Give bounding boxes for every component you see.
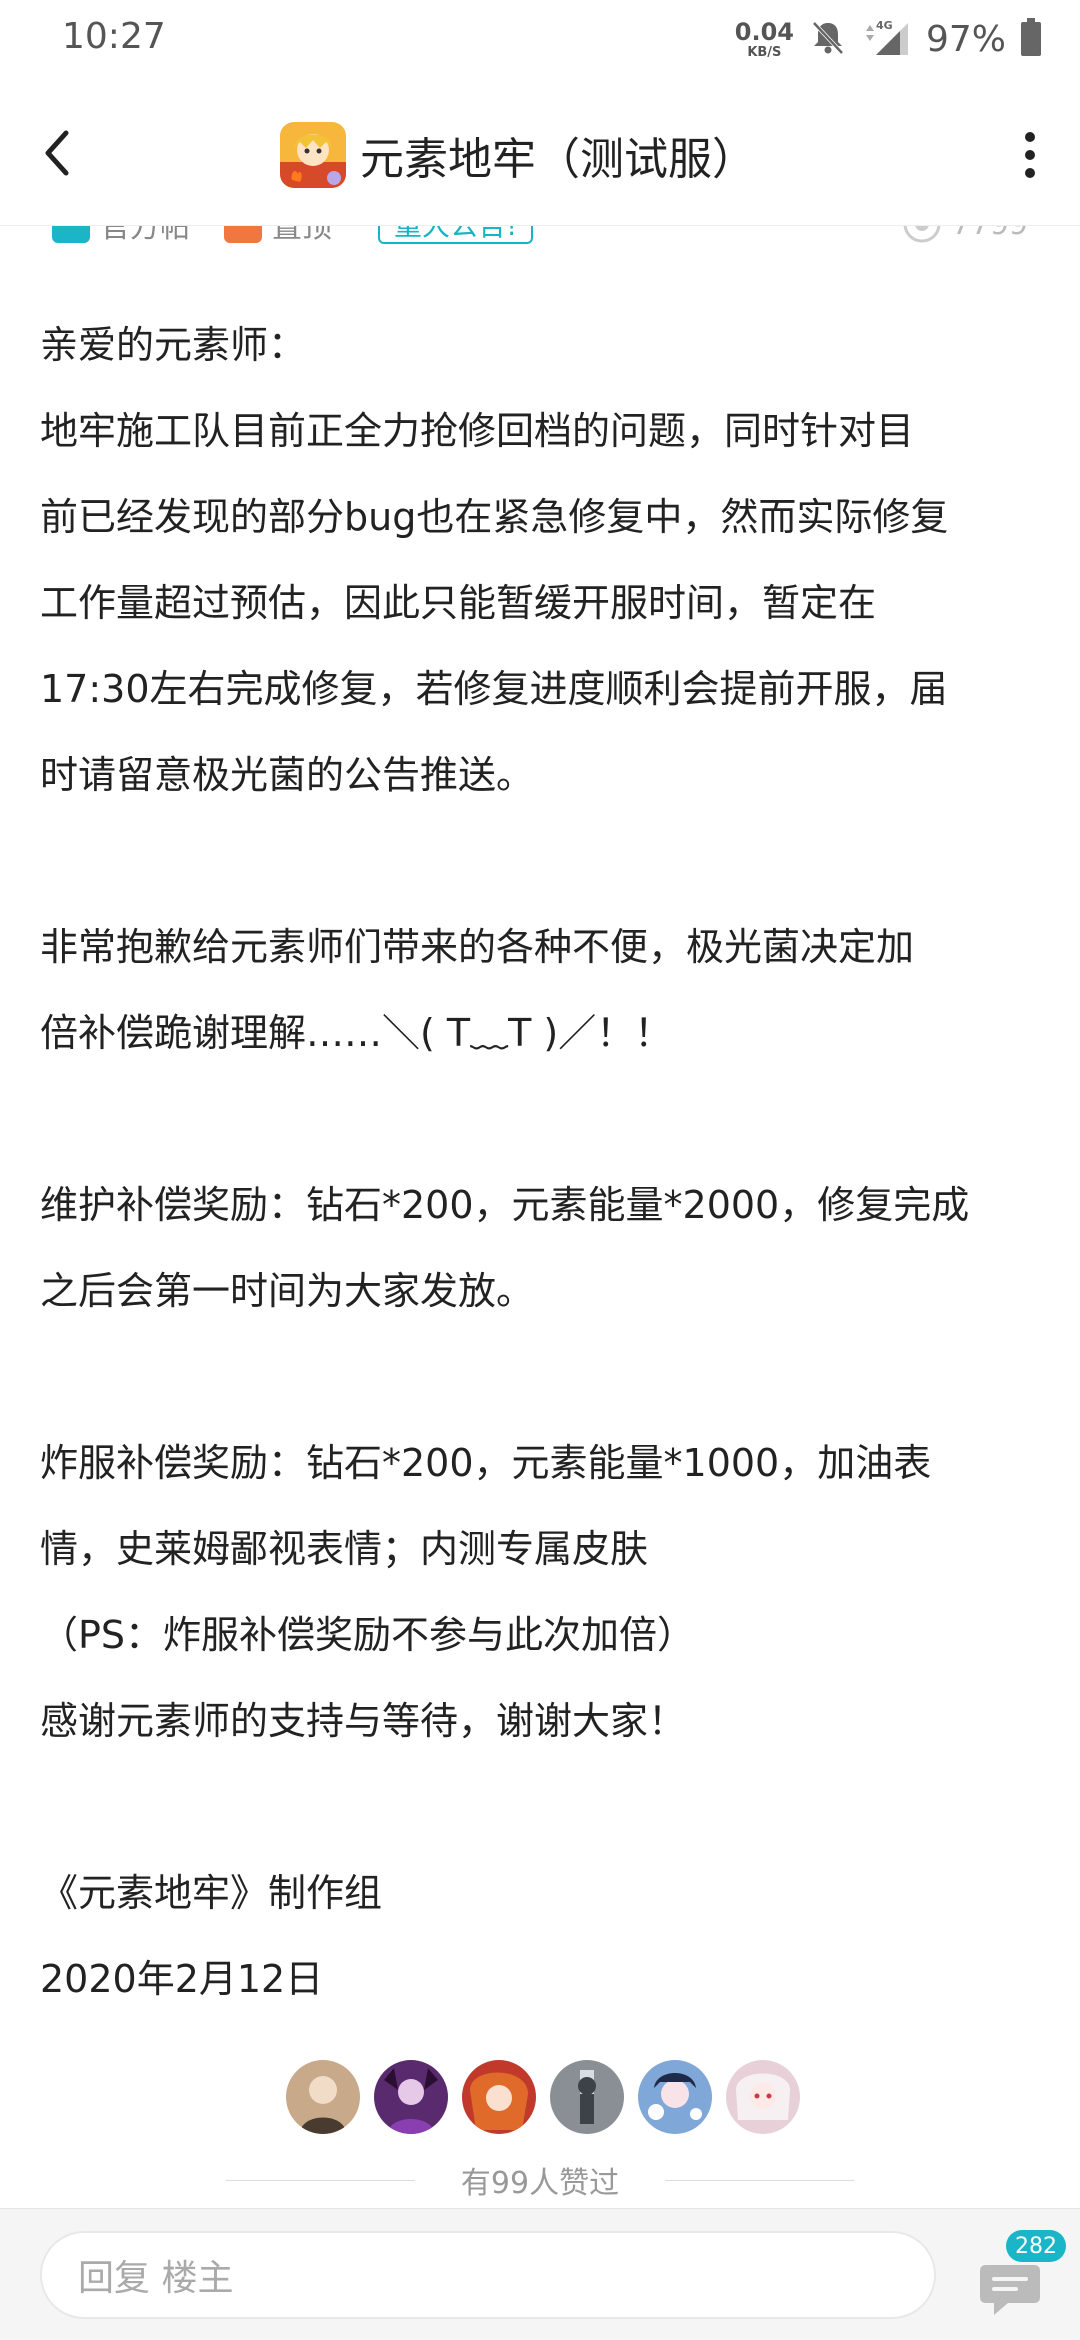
view-count-value: 7799 (952, 226, 1028, 242)
page-title: 元素地牢（测试服） (360, 134, 756, 185)
paragraph-line: 之后会第一时间为大家发放。 (40, 1269, 535, 1313)
signal-icon: 4G (862, 17, 912, 61)
more-dot-icon (1025, 132, 1035, 142)
comments-button[interactable] (978, 2259, 1042, 2319)
avatar[interactable] (462, 2060, 536, 2134)
status-icons: 0.04 KB/S 4G 97% (735, 14, 1042, 64)
back-arrow-icon (45, 130, 69, 176)
official-tag-label: 官方帖 (100, 226, 190, 245)
paragraph-line: 17:30左右完成修复，若修复进度顺利会提前开服，届 (40, 667, 948, 711)
status-bar: 10:27 0.04 KB/S 4G 97% (0, 0, 1080, 82)
greeting-text: 亲爱的元素师： (40, 323, 307, 367)
header-title-group[interactable]: 元素地牢（测试服） (280, 122, 756, 188)
paragraph-line: 非常抱歉给元素师们带来的各种不便，极光菌决定加 (40, 925, 915, 969)
paragraph-2: 非常抱歉给元素师们带来的各种不便，极光菌决定加 倍补偿跪谢理解……＼( T﹏T … (40, 904, 1050, 1076)
more-dot-icon (1025, 168, 1035, 178)
paragraph-3: 维护补偿奖励：钻石*200，元素能量*2000，修复完成 之后会第一时间为大家发… (40, 1162, 1050, 1334)
net-speed: 0.04 KB/S (735, 20, 794, 59)
battery-percent: 97% (925, 18, 1006, 60)
comment-count-badge: 282 (1006, 2230, 1066, 2262)
pinned-tag-icon (224, 226, 262, 243)
avatar[interactable] (286, 2060, 360, 2134)
paragraph-line: 前已经发现的部分bug也在紧急修复中，然而实际修复 (40, 495, 949, 539)
status-time: 10:27 (62, 16, 166, 57)
paragraph-line: 工作量超过预估，因此只能暂缓开服时间，暂定在 (40, 581, 877, 625)
avatar[interactable] (550, 2060, 624, 2134)
official-tag-icon (52, 226, 90, 243)
battery-icon (1020, 17, 1042, 61)
announcement-badge: 重大公告! (378, 226, 534, 244)
paragraph-4: 炸服补偿奖励：钻石*200，元素能量*1000，加油表 情，史莱姆鄙视表情；内测… (40, 1420, 1050, 1764)
paragraph-line: 倍补偿跪谢理解……＼( T﹏T )／！！ (40, 1011, 673, 1055)
reply-input[interactable]: 回复 楼主 (40, 2231, 936, 2319)
pinned-tag: 置顶 (224, 226, 332, 245)
signature-text: 《元素地牢》制作组 (40, 1871, 383, 1915)
paragraph-line: 时请留意极光菌的公告推送。 (40, 753, 535, 797)
post-content: 亲爱的元素师： 地牢施工队目前正全力抢修回档的问题，同时针对目 前已经发现的部分… (40, 302, 1050, 2022)
network-type-label: 4G (876, 19, 893, 32)
game-icon (280, 122, 346, 188)
app-header: 元素地牢（测试服） (0, 82, 1080, 226)
net-speed-unit: KB/S (747, 44, 782, 60)
post-tags-row: 官方帖 置顶 重大公告! 7799 (0, 226, 1080, 246)
date-text: 2020年2月12日 (40, 1957, 324, 2001)
paragraph-line: 炸服补偿奖励：钻石*200，元素能量*1000，加油表 (40, 1441, 932, 1485)
net-speed-value: 0.04 (734, 17, 794, 46)
likes-count-text[interactable]: 有99人赞过 (415, 2158, 665, 2202)
divider (665, 2179, 854, 2181)
eye-icon (903, 226, 941, 243)
avatar[interactable] (638, 2060, 712, 2134)
paragraph-line: 感谢元素师的支持与等待，谢谢大家！ (40, 1699, 687, 1743)
more-options-button[interactable] (1010, 120, 1050, 190)
avatar[interactable] (726, 2060, 800, 2134)
paragraph-line: 维护补偿奖励：钻石*200，元素能量*2000，修复完成 (40, 1183, 970, 1227)
back-button[interactable] (30, 116, 84, 190)
divider (226, 2179, 415, 2181)
paragraph-1: 地牢施工队目前正全力抢修回档的问题，同时针对目 前已经发现的部分bug也在紧急修… (40, 388, 1050, 818)
paragraph-line: 地牢施工队目前正全力抢修回档的问题，同时针对目 (40, 409, 915, 453)
view-count: 7799 (902, 226, 1028, 244)
likes-summary: 有99人赞过 (226, 2158, 854, 2202)
more-dot-icon (1025, 150, 1035, 160)
paragraph-line: 情，史莱姆鄙视表情；内测专属皮肤 (40, 1527, 649, 1571)
pinned-tag-label: 置顶 (272, 226, 332, 245)
official-tag: 官方帖 (52, 226, 190, 245)
liker-avatars[interactable] (286, 2060, 800, 2134)
paragraph-line: （PS：炸服补偿奖励不参与此次加倍） (40, 1613, 696, 1657)
avatar[interactable] (374, 2060, 448, 2134)
bell-muted-icon (808, 17, 848, 61)
reply-bar: 回复 楼主 (0, 2208, 1080, 2340)
comment-icon (980, 2265, 1040, 2315)
